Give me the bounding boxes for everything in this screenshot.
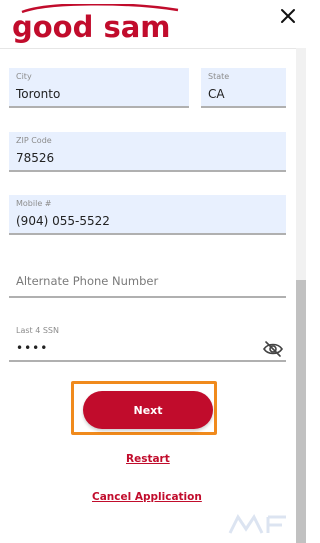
next-button[interactable]: Next: [83, 391, 213, 429]
city-label: City: [16, 72, 32, 81]
city-field[interactable]: City Toronto: [9, 68, 189, 108]
watermark-logo: [228, 514, 286, 534]
zip-code-label: ZIP Code: [16, 136, 52, 145]
application-page: good sam City Toronto State CA ZIP Code …: [0, 0, 306, 543]
ssn-label: Last 4 SSN: [16, 326, 59, 335]
header-divider: [0, 48, 296, 49]
scrollbar-thumb[interactable]: [296, 280, 306, 543]
alternate-phone-placeholder: Alternate Phone Number: [16, 274, 159, 288]
alternate-phone-field[interactable]: Alternate Phone Number: [9, 258, 286, 298]
state-value: CA: [208, 87, 225, 101]
city-value: Toronto: [16, 87, 61, 101]
ssn-value: ••••: [16, 341, 49, 355]
close-icon[interactable]: [276, 4, 300, 28]
zip-code-field[interactable]: ZIP Code 78526: [9, 132, 286, 172]
restart-link[interactable]: Restart: [126, 453, 170, 465]
ssn-field[interactable]: Last 4 SSN ••••: [9, 322, 286, 362]
header: good sam: [0, 0, 306, 50]
eye-slash-icon[interactable]: [262, 340, 284, 358]
zip-code-value: 78526: [16, 151, 55, 165]
mobile-label: Mobile #: [16, 199, 52, 208]
cancel-application-link[interactable]: Cancel Application: [92, 491, 202, 503]
state-field[interactable]: State CA: [201, 68, 286, 108]
good-sam-logo: good sam: [12, 4, 179, 44]
mobile-field[interactable]: Mobile # (904) 055-5522: [9, 195, 286, 235]
mobile-value: (904) 055-5522: [16, 214, 110, 228]
state-label: State: [208, 72, 230, 81]
logo-text: good sam: [12, 10, 171, 44]
